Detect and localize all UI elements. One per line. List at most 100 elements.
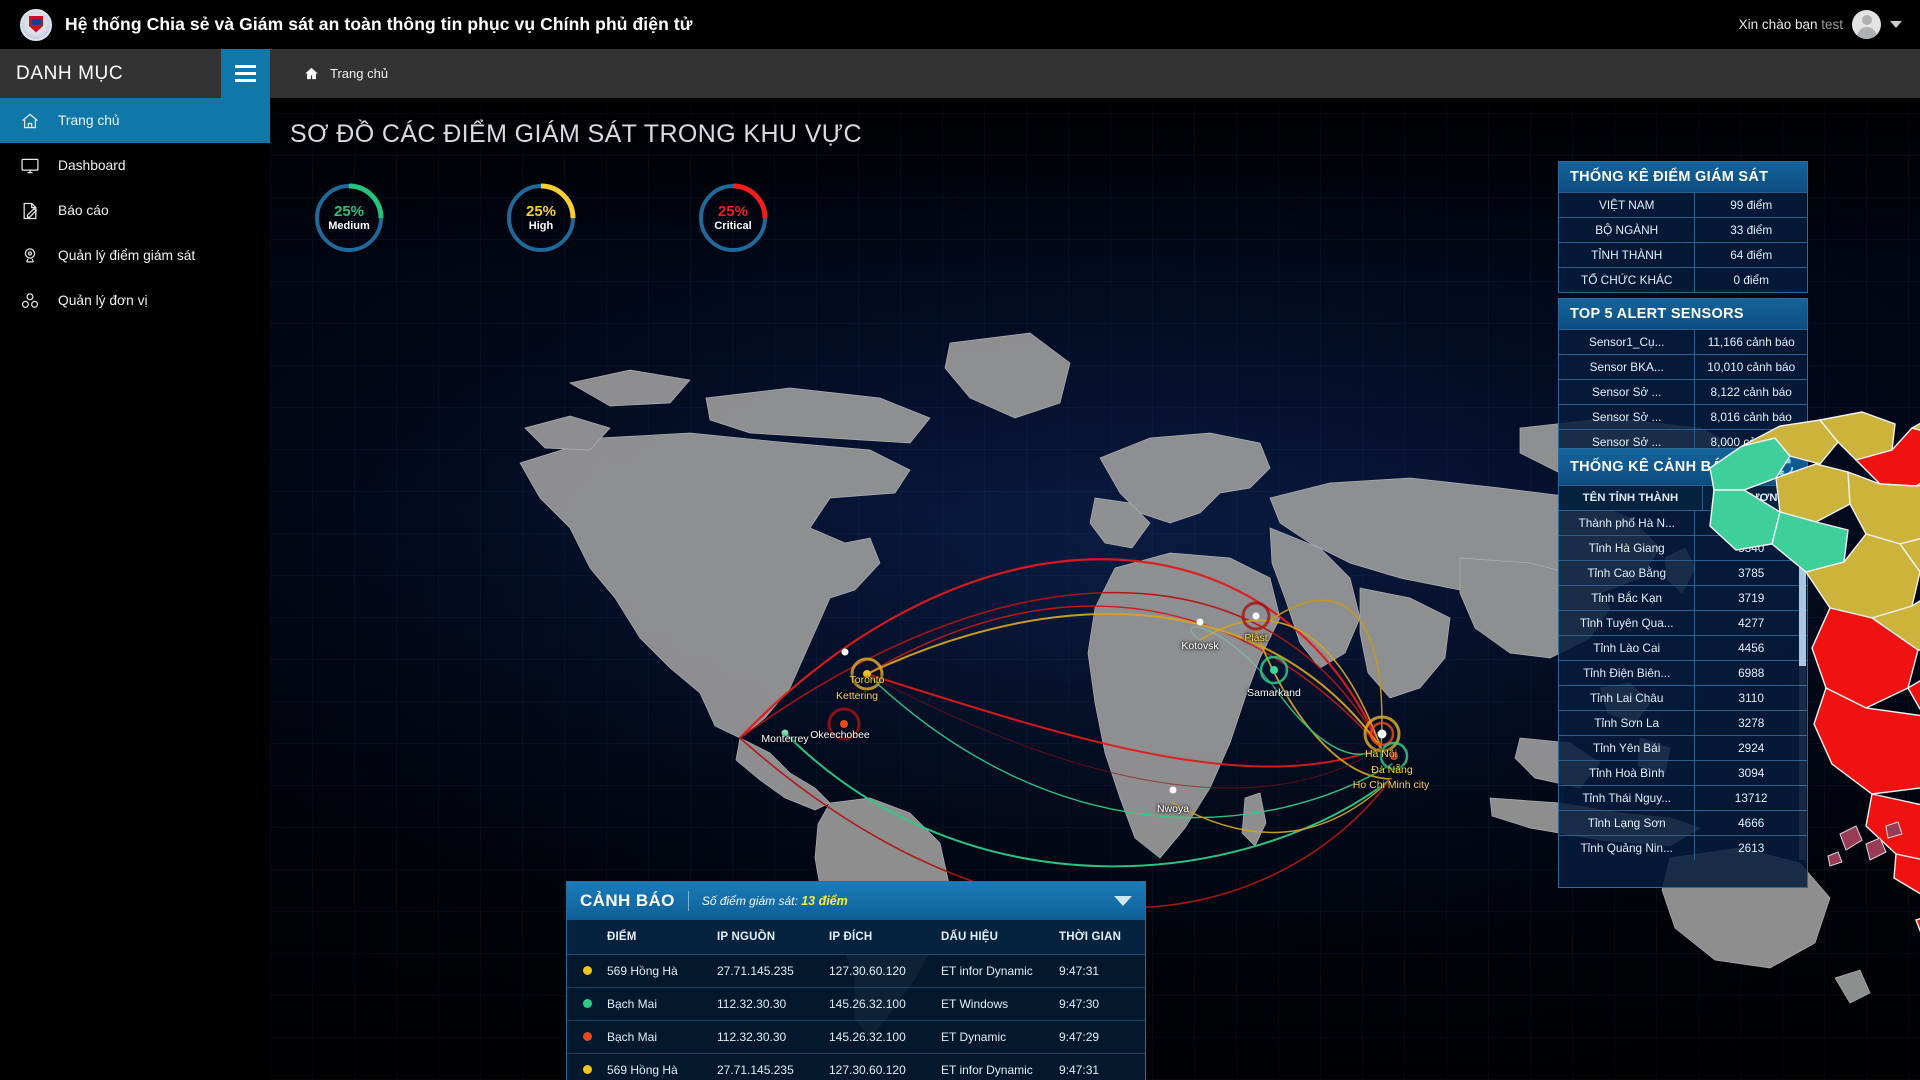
alert-table-row[interactable]: 569 Hồng Hà27.71.145.235127.30.60.120ET … <box>567 955 1145 988</box>
alert-point: 569 Hồng Hà <box>607 955 717 988</box>
panel-title: THỐNG KÊ ĐIỂM GIÁM SÁT <box>1559 162 1807 192</box>
stat-name: Sensor Sở ... <box>1559 405 1695 429</box>
alert-dst-ip: 127.30.60.120 <box>829 955 941 988</box>
sensor-stat-row: Sensor1_Cụ...11,166 cảnh báo <box>1559 329 1807 354</box>
gauge-label: Critical <box>714 220 751 233</box>
stat-name: Tỉnh Yên Bái <box>1559 736 1695 760</box>
monitor-stat-row: TỔ CHỨC KHÁC0 điểm <box>1559 267 1807 292</box>
alert-signature: ET Windows <box>941 988 1059 1021</box>
alert-time: 9:47:30 <box>1059 988 1145 1021</box>
stat-name: Tỉnh Lạng Sơn <box>1559 811 1695 835</box>
alert-dst-ip: 145.26.32.100 <box>829 1021 941 1054</box>
stat-name: Tỉnh Cao Bằng <box>1559 561 1695 585</box>
sidebar-item-quan-ly-diem-giam-sat[interactable]: Quản lý điểm giám sát <box>0 233 270 278</box>
org-units-icon <box>19 290 41 312</box>
alert-table-header-row: ĐIỂM IP NGUỒN IP ĐÍCH DẤU HIỆU THỜI GIAN <box>567 920 1145 955</box>
sidebar-header: DANH MỤC <box>0 49 270 98</box>
stat-name: Tỉnh Hoà Bình <box>1559 761 1695 785</box>
alert-table-row[interactable]: 569 Hồng Hà27.71.145.235127.30.60.120ET … <box>567 1054 1145 1080</box>
sidebar-item-label: Quản lý điểm giám sát <box>58 248 195 263</box>
user-avatar-icon[interactable] <box>1852 10 1881 39</box>
alert-table-row[interactable]: Bạch Mai112.32.30.30145.26.32.100ET Wind… <box>567 988 1145 1021</box>
status-dot-icon <box>583 999 592 1008</box>
column-header-dst-ip: IP ĐÍCH <box>829 920 941 955</box>
monitor-stat-row: BỘ NGÀNH33 điểm <box>1559 217 1807 242</box>
alert-dst-ip: 145.26.32.100 <box>829 988 941 1021</box>
stat-name: Tỉnh Thái Nguy... <box>1559 786 1695 810</box>
chevron-down-icon[interactable] <box>1890 21 1902 28</box>
sidebar-item-label: Báo cáo <box>58 203 109 218</box>
stat-name: Tỉnh Quảng Nin... <box>1559 836 1695 860</box>
alert-status-dot-cell <box>567 955 607 988</box>
stat-name: BỘ NGÀNH <box>1559 218 1695 242</box>
sidebar-item-bao-cao[interactable]: Báo cáo <box>0 188 270 233</box>
stat-name: Tỉnh Bắc Kạn <box>1559 586 1695 610</box>
monitor-stats-rows: VIỆT NAM99 điểmBỘ NGÀNH33 điểmTỈNH THÀNH… <box>1559 192 1807 292</box>
alert-signature: ET infor Dynamic <box>941 955 1059 988</box>
stat-name: Sensor1_Cụ... <box>1559 330 1695 354</box>
home-icon <box>19 110 41 132</box>
alert-status-dot-cell <box>567 1054 607 1080</box>
vietnam-choropleth-map[interactable] <box>1680 398 1920 1080</box>
alert-time: 9:47:31 <box>1059 955 1145 988</box>
stat-name: Tỉnh Điện Biên... <box>1559 661 1695 685</box>
chevron-down-icon[interactable] <box>1114 896 1132 906</box>
gauge-label: Medium <box>328 220 370 233</box>
alert-signature: ET Dynamic <box>941 1021 1059 1054</box>
column-header-time: THỜI GIAN <box>1059 920 1145 955</box>
monitor-count-value: 13 điểm <box>801 894 848 908</box>
monitor-count-prefix: Số điểm giám sát: <box>702 894 801 908</box>
status-dot-icon <box>583 966 592 975</box>
hamburger-menu-icon[interactable] <box>221 49 270 98</box>
alert-table-row[interactable]: Bạch Mai112.32.30.30145.26.32.100ET Dyna… <box>567 1021 1145 1054</box>
stat-name: Tỉnh Tuyên Qua... <box>1559 611 1695 635</box>
alert-panel-title: CẢNH BÁO <box>580 891 675 911</box>
status-dot-icon <box>583 1032 592 1041</box>
map-pin-icon <box>19 245 41 267</box>
top-header-bar: Hệ thống Chia sẻ và Giám sát an toàn thô… <box>0 0 1920 49</box>
alert-signature: ET infor Dynamic <box>941 1054 1059 1080</box>
gauge-critical: 25% Critical <box>696 181 770 255</box>
monitor-icon <box>19 155 41 177</box>
greeting-text: Xin chào bạn test <box>1739 17 1843 32</box>
breadcrumb: Trang chủ <box>270 49 1920 98</box>
page-title: SƠ ĐỒ CÁC ĐIỂM GIÁM SÁT TRONG KHU VỰC <box>290 120 862 149</box>
panel-title: TOP 5 ALERT SENSORS <box>1559 299 1807 329</box>
column-header-status <box>567 920 607 955</box>
alert-table: ĐIỂM IP NGUỒN IP ĐÍCH DẤU HIỆU THỜI GIAN… <box>567 920 1145 1080</box>
world-map-container[interactable]: SƠ ĐỒ CÁC ĐIỂM GIÁM SÁT TRONG KHU VỰC 25… <box>270 98 1920 1080</box>
alert-point: Bạch Mai <box>607 1021 717 1054</box>
severity-gauges: 25% Medium 25% High <box>312 181 770 255</box>
gauge-percent: 25% <box>714 203 751 220</box>
alert-time: 9:47:31 <box>1059 1054 1145 1080</box>
stat-value: 64 điểm <box>1695 243 1807 267</box>
user-name: test <box>1821 17 1843 32</box>
column-header-signature: DẤU HIỆU <box>941 920 1059 955</box>
alert-src-ip: 112.32.30.30 <box>717 988 829 1021</box>
stat-name: Tỉnh Lai Châu <box>1559 686 1695 710</box>
stat-name: Tỉnh Hà Giang <box>1559 536 1695 560</box>
column-header-point: ĐIỂM <box>607 920 717 955</box>
alert-point: Bạch Mai <box>607 988 717 1021</box>
breadcrumb-item-trang-chu[interactable]: Trang chủ <box>330 66 388 81</box>
stat-name: Tỉnh Lào Cai <box>1559 636 1695 660</box>
column-header-src-ip: IP NGUỒN <box>717 920 829 955</box>
alert-src-ip: 27.71.145.235 <box>717 955 829 988</box>
sidebar-item-quan-ly-don-vi[interactable]: Quản lý đơn vị <box>0 278 270 323</box>
greeting-prefix: Xin chào bạn <box>1739 17 1822 32</box>
sidebar-item-label: Trang chủ <box>58 113 120 128</box>
sidebar-item-dashboard[interactable]: Dashboard <box>0 143 270 188</box>
sidebar-title: DANH MỤC <box>0 63 123 85</box>
sidebar: DANH MỤC Trang chủ Dashboard Báo cáo <box>0 49 270 1080</box>
alert-src-ip: 27.71.145.235 <box>717 1054 829 1080</box>
monitor-points-stats-panel: THỐNG KÊ ĐIỂM GIÁM SÁT VIỆT NAM99 điểmBỘ… <box>1558 161 1808 293</box>
stat-value: 33 điểm <box>1695 218 1807 242</box>
sidebar-item-trang-chu[interactable]: Trang chủ <box>0 98 270 143</box>
alert-panel-header: CẢNH BÁO Số điểm giám sát: 13 điểm <box>567 882 1145 920</box>
user-menu[interactable]: Xin chào bạn test <box>1739 10 1902 39</box>
home-icon <box>304 66 319 81</box>
monitor-stat-row: TỈNH THÀNH64 điểm <box>1559 242 1807 267</box>
emblem-logo <box>20 9 52 41</box>
stat-name: Sensor Sở ... <box>1559 380 1695 404</box>
report-edit-icon <box>19 200 41 222</box>
